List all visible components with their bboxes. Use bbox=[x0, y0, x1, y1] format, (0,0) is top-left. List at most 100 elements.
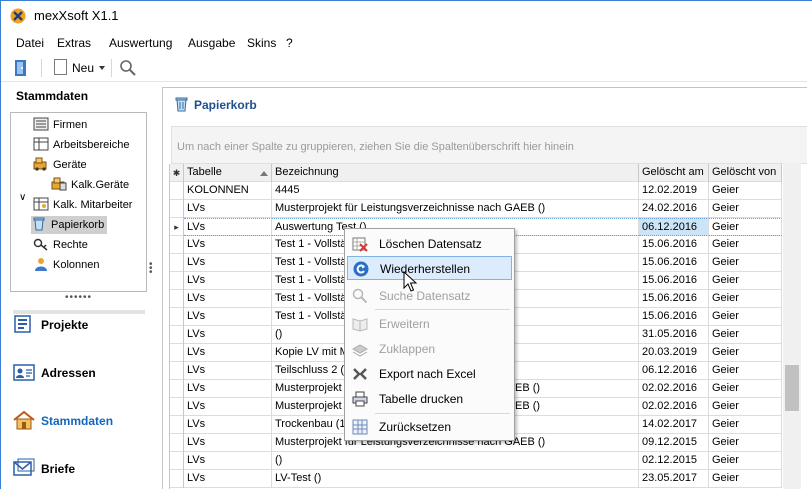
row-indicator[interactable] bbox=[170, 452, 184, 470]
vertical-scrollbar[interactable] bbox=[783, 163, 801, 489]
menu-item-tabelle-drucken[interactable]: Tabelle drucken bbox=[347, 387, 512, 411]
tree-item-kalk-geraete[interactable]: Kalk.Geräte bbox=[51, 176, 129, 194]
menu-item-export-excel[interactable]: Export nach Excel bbox=[347, 362, 512, 386]
table-row[interactable]: LVs () 02.12.2015 Geier bbox=[170, 452, 782, 470]
table-cell[interactable]: Geier bbox=[709, 182, 782, 200]
table-cell[interactable]: 02.12.2015 bbox=[639, 452, 709, 470]
menu-item-zuruecksetzen[interactable]: Zurücksetzen bbox=[347, 415, 512, 439]
table-cell[interactable]: 02.02.2016 bbox=[639, 398, 709, 416]
row-indicator[interactable] bbox=[170, 416, 184, 434]
row-indicator[interactable] bbox=[170, 272, 184, 290]
row-indicator[interactable] bbox=[170, 254, 184, 272]
tree-item-firmen[interactable]: Firmen bbox=[33, 116, 87, 134]
row-indicator[interactable] bbox=[170, 362, 184, 380]
tree-item-rechte[interactable]: Rechte bbox=[33, 236, 88, 254]
row-indicator[interactable] bbox=[170, 308, 184, 326]
table-cell[interactable]: KOLONNEN bbox=[184, 182, 272, 200]
table-cell[interactable]: LVs bbox=[184, 236, 272, 254]
chevron-down-icon[interactable] bbox=[99, 66, 105, 70]
tree-item-papierkorb[interactable]: Papierkorb bbox=[31, 216, 108, 234]
scrollbar-thumb[interactable] bbox=[785, 365, 799, 411]
table-cell[interactable]: LVs bbox=[184, 398, 272, 416]
row-indicator[interactable] bbox=[170, 380, 184, 398]
table-cell[interactable]: LVs bbox=[184, 470, 272, 488]
row-indicator[interactable] bbox=[170, 344, 184, 362]
table-cell[interactable]: LVs bbox=[184, 380, 272, 398]
menu-datei[interactable]: Datei bbox=[16, 36, 44, 50]
group-by-panel[interactable]: Um nach einer Spalte zu gruppieren, zieh… bbox=[171, 126, 812, 164]
row-indicator[interactable] bbox=[170, 182, 184, 200]
menu-auswertung[interactable]: Auswertung bbox=[109, 36, 172, 50]
table-cell[interactable]: LVs bbox=[184, 200, 272, 218]
table-row[interactable]: KOLONNEN 4445 12.02.2019 Geier bbox=[170, 182, 782, 200]
table-cell[interactable]: Geier bbox=[709, 470, 782, 488]
menu-item-loeschen-datensatz[interactable]: Löschen Datensatz bbox=[347, 232, 512, 256]
nav-button-briefe[interactable]: Briefe bbox=[13, 457, 75, 481]
table-cell[interactable]: 12.02.2019 bbox=[639, 182, 709, 200]
table-cell[interactable]: Geier bbox=[709, 290, 782, 308]
table-cell[interactable]: 4445 bbox=[272, 182, 639, 200]
table-cell[interactable]: LVs bbox=[184, 434, 272, 452]
table-cell[interactable]: Geier bbox=[709, 272, 782, 290]
column-header-bezeichnung[interactable]: Bezeichnung bbox=[272, 164, 639, 182]
column-header-geloescht-am[interactable]: Gelöscht am bbox=[639, 164, 709, 182]
row-indicator[interactable] bbox=[170, 398, 184, 416]
table-cell[interactable]: 20.03.2019 bbox=[639, 344, 709, 362]
menu-extras[interactable]: Extras bbox=[57, 36, 91, 50]
table-cell[interactable]: LVs bbox=[184, 290, 272, 308]
table-cell[interactable]: LVs bbox=[184, 416, 272, 434]
tree-item-geraete[interactable]: Geräte bbox=[33, 156, 87, 174]
chevron-down-icon[interactable]: ∨ bbox=[19, 192, 26, 203]
row-indicator[interactable] bbox=[170, 470, 184, 488]
row-indicator[interactable] bbox=[170, 200, 184, 218]
new-document-icon[interactable] bbox=[54, 59, 67, 75]
menu-help[interactable]: ? bbox=[286, 36, 293, 50]
tree-item-kolonnen[interactable]: Kolonnen bbox=[33, 256, 100, 274]
nav-button-adressen[interactable]: Adressen bbox=[13, 361, 96, 385]
table-cell[interactable]: 15.06.2016 bbox=[639, 272, 709, 290]
table-cell[interactable]: 23.05.2017 bbox=[639, 470, 709, 488]
table-cell[interactable]: Geier bbox=[709, 308, 782, 326]
table-cell[interactable]: Geier bbox=[709, 434, 782, 452]
table-cell[interactable]: 06.12.2016 bbox=[639, 362, 709, 380]
table-cell[interactable]: LVs bbox=[184, 452, 272, 470]
row-indicator[interactable] bbox=[170, 326, 184, 344]
menu-item-suche-datensatz[interactable]: Suche Datensatz bbox=[347, 284, 512, 308]
table-cell[interactable]: 09.12.2015 bbox=[639, 434, 709, 452]
menu-item-wiederherstellen[interactable]: Wiederherstellen bbox=[347, 256, 512, 280]
table-cell[interactable]: 06.12.2016 bbox=[639, 218, 709, 236]
table-cell[interactable]: 15.06.2016 bbox=[639, 308, 709, 326]
table-cell[interactable]: LVs bbox=[184, 326, 272, 344]
table-cell[interactable]: 02.02.2016 bbox=[639, 380, 709, 398]
table-row[interactable]: LVs LV-Test () 23.05.2017 Geier bbox=[170, 470, 782, 488]
table-cell[interactable]: Geier bbox=[709, 326, 782, 344]
menu-item-erweitern[interactable]: Erweitern bbox=[347, 312, 512, 336]
column-header-tabelle[interactable]: Tabelle bbox=[184, 164, 272, 182]
table-cell[interactable]: Geier bbox=[709, 254, 782, 272]
table-cell[interactable]: Musterprojekt für Leistungsverzeichnisse… bbox=[272, 200, 639, 218]
table-cell[interactable]: 15.06.2016 bbox=[639, 254, 709, 272]
table-cell[interactable]: Geier bbox=[709, 380, 782, 398]
table-cell[interactable]: LVs bbox=[184, 254, 272, 272]
table-cell[interactable]: Geier bbox=[709, 218, 782, 236]
nav-button-stammdaten[interactable]: Stammdaten bbox=[13, 409, 113, 433]
table-cell[interactable]: 31.05.2016 bbox=[639, 326, 709, 344]
table-cell[interactable]: 15.06.2016 bbox=[639, 236, 709, 254]
table-cell[interactable]: LVs bbox=[184, 344, 272, 362]
new-button[interactable]: Neu bbox=[72, 61, 94, 75]
row-indicator[interactable] bbox=[170, 434, 184, 452]
table-cell[interactable]: Geier bbox=[709, 236, 782, 254]
table-cell[interactable]: Geier bbox=[709, 416, 782, 434]
nav-button-projekte[interactable]: Projekte bbox=[13, 313, 88, 337]
menu-ausgabe[interactable]: Ausgabe bbox=[188, 36, 235, 50]
table-cell[interactable]: Geier bbox=[709, 344, 782, 362]
menu-skins[interactable]: Skins bbox=[247, 36, 276, 50]
nav-collapse-grip[interactable]: • • • bbox=[149, 260, 153, 278]
menu-item-zuklappen[interactable]: Zuklappen bbox=[347, 337, 512, 361]
row-indicator[interactable]: ▸ bbox=[170, 218, 184, 236]
table-cell[interactable]: 14.02.2017 bbox=[639, 416, 709, 434]
grid-header-indicator[interactable]: ✱ bbox=[170, 164, 184, 182]
table-cell[interactable]: Geier bbox=[709, 200, 782, 218]
table-cell[interactable]: LVs bbox=[184, 218, 272, 236]
tree-item-arbeitsbereiche[interactable]: Arbeitsbereiche bbox=[33, 136, 129, 154]
